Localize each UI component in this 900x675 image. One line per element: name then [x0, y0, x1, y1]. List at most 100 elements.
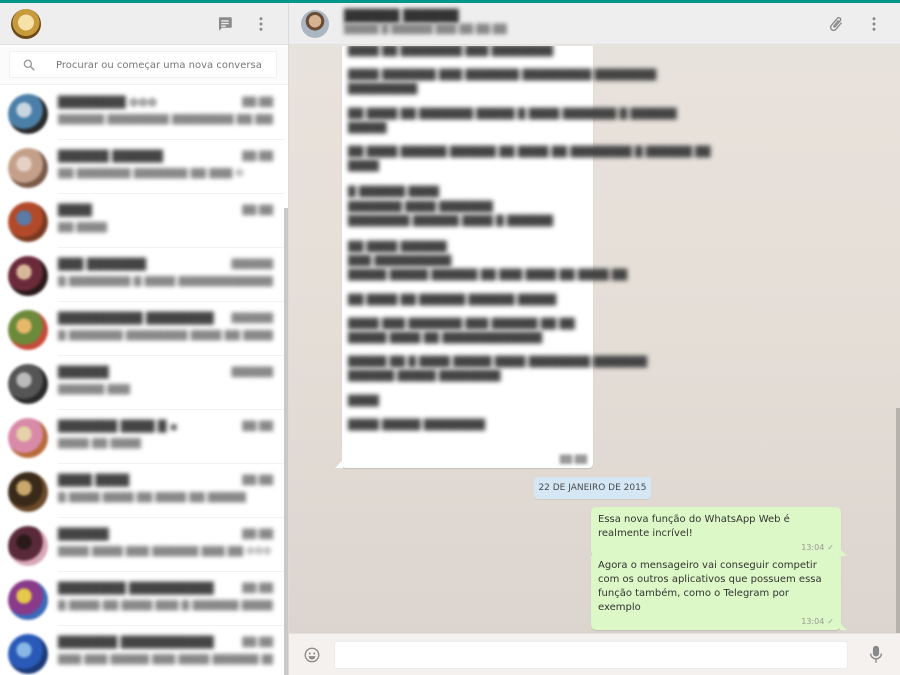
sidebar-header [0, 3, 288, 45]
message-scrollbar[interactable] [896, 408, 900, 633]
chat-time: ██████ [231, 314, 273, 324]
message-line: █████ ████ ██ █████████████ [348, 333, 543, 344]
chat-preview: ████ ██ ████ [58, 438, 142, 449]
chat-list-item[interactable]: ████ ██:██ ██ ████ [0, 194, 285, 248]
message-line: ████ ██ ████████ ███ ████████ [348, 46, 553, 57]
kebab-menu-icon[interactable] [865, 15, 883, 33]
message-line: ████ [348, 395, 379, 407]
chat-list-item[interactable]: ███████ ████ █ ▪ ██:██ ████ ██ ████ [0, 410, 285, 464]
chat-preview: ██ ███████ ███████ ██ ███ ✿ [58, 168, 244, 179]
search-icon [23, 59, 35, 71]
conversation-panel: ██████ ██████ █████ █ ██████ ███ ██ ██:█… [289, 3, 900, 675]
chat-time: ██:██ [242, 530, 273, 540]
sent-message: Agora o mensageiro vai conseguir competi… [591, 553, 847, 630]
message-time: ██:██ [559, 455, 587, 464]
message-text: Essa nova função do WhatsApp Web é realm… [598, 514, 790, 539]
chat-time: ██:██ [242, 206, 273, 216]
message-line: █████ [348, 122, 387, 134]
chat-list-item[interactable]: ████ ████ ██:██ █ ████ ████ ██ ████ ██ ███… [0, 464, 285, 518]
message-line: █████ ██ █ ████ █████ ████ ████████ ████… [348, 357, 648, 369]
chat-avatar [8, 364, 48, 404]
conversation-header: ██████ ██████ █████ █ ██████ ███ ██ ██:█… [289, 3, 900, 45]
sent-message: Essa nova função do WhatsApp Web é realm… [591, 507, 847, 556]
chat-name: ████████ ✿✿✿ [58, 96, 157, 109]
chat-preview: ██████ ████████ ████████ ██ ███████ [58, 114, 273, 125]
chat-avatar [8, 418, 48, 458]
microphone-icon[interactable] [868, 645, 884, 665]
chat-name: ███████ ████ █ ▪ [58, 420, 178, 433]
chat-avatar [8, 634, 48, 674]
search-box[interactable] [9, 51, 277, 78]
chat-time: ██:██ [242, 638, 273, 648]
sent-check-icon: ✓ [827, 543, 834, 552]
chat-avatar [8, 148, 48, 188]
message-meta: 13:04 ✓ [598, 543, 834, 552]
chat-icon[interactable] [216, 15, 234, 33]
message-time: 13:04 [801, 617, 825, 626]
contact-avatar[interactable] [301, 10, 329, 38]
chat-name: ██████████ ████████ [58, 312, 214, 325]
message-line: ████ ███ ███████ ███ ██████ ██ ██ [348, 318, 575, 330]
chat-list-item[interactable]: ██████ ██████ ██████ ███ [0, 356, 285, 410]
chat-preview: ███ ███ █████ ███ ████ ██████ ██ [58, 654, 273, 665]
chat-list-item[interactable]: ███████ ███████████ ██:██ ███ ███ █████ ██… [0, 626, 285, 675]
chat-avatar [8, 256, 48, 296]
kebab-menu-icon[interactable] [252, 15, 270, 33]
message-line: ██ ████ ██ ███████ █████ █ ████ ███████ … [348, 108, 677, 120]
chat-name: ███ ███████ [58, 258, 147, 271]
bubble-tail [335, 460, 343, 468]
message-line: ████████ ██████ ████ █ ██████ [348, 215, 553, 227]
chat-preview: █ ███████ ████████ ████ ██ ████ █ [58, 330, 273, 341]
chat-avatar [8, 310, 48, 350]
whatsapp-web-app: ████████ ✿✿✿██:████████ ████████ ███████… [0, 0, 900, 675]
bubble-tail [840, 549, 847, 556]
chat-name: ██████ [58, 366, 109, 379]
search-input[interactable] [56, 56, 271, 75]
sent-check-icon: ✓ [827, 617, 834, 626]
chat-avatar [8, 526, 48, 566]
chat-list-item[interactable]: ██████ ██:██ ████ ████ ███ ██████ ███ ██ ✿… [0, 518, 285, 572]
message-input[interactable] [334, 641, 848, 669]
chat-time: ██████ [231, 368, 273, 378]
message-line: ██████ █████ ████████ [348, 371, 501, 383]
my-avatar[interactable] [11, 9, 41, 39]
message-line: █ ██████ ████ [348, 187, 439, 199]
chat-avatar [8, 94, 48, 134]
message-line: ███ ██████████ [348, 256, 452, 268]
chat-preview: █ ████████ █ ████ █████████████ [58, 276, 273, 287]
chat-avatar [8, 202, 48, 242]
message-line: ███████ ████ ███████ [348, 201, 493, 213]
chat-name: ████████ ██████████ [58, 582, 214, 595]
chat-preview: ██████ ███ [58, 384, 131, 395]
sidebar-scrollbar[interactable] [284, 208, 288, 675]
message-area: ██:██ ████ ██ ████████ ███ ████████ ████ … [289, 46, 900, 633]
chat-preview: █ ████ ████ ██ ████ ██ █████ [58, 492, 247, 503]
chat-list-item[interactable]: ████████ ██████████ ██:██ █ ████ ██ ████ █… [0, 572, 285, 626]
message-line: ████ █████ ████████ [348, 419, 486, 431]
chat-time: ██████ [231, 260, 273, 270]
chat-list-item[interactable]: ███ ███████ ██████ █ ████████ █ ████ █████… [0, 248, 285, 302]
contact-name[interactable]: ██████ ██████ [344, 9, 459, 23]
chat-list-item[interactable]: ██████████ ████████ ██████ █ ███████ █████… [0, 302, 285, 356]
chat-avatar [8, 472, 48, 512]
chat-list-item[interactable]: ██████ ██████ ██:██ ██ ███████ ███████ ██ … [0, 140, 285, 194]
smiley-icon[interactable] [303, 646, 321, 664]
sidebar: ████████ ✿✿✿██:████████ ████████ ███████… [0, 3, 289, 675]
paperclip-icon[interactable] [827, 15, 845, 33]
chat-time: ██:██ [242, 476, 273, 486]
chat-avatar [8, 580, 48, 620]
message-line: ████ ███████ ███ ███████ █████████ █████… [348, 70, 657, 82]
message-line: ██ ████ ██████ [348, 242, 447, 253]
contact-status: █████ █ ██████ ███ ██ ██:██ [344, 25, 507, 35]
bubble-tail [840, 623, 847, 630]
received-message: ██:██ ████ ██ ████████ ███ ████████ ████ … [335, 46, 710, 468]
message-line: ██ ████ ██████ ██████ ██ ████ ██ ███████… [348, 147, 711, 158]
date-separator: 22 DE JANEIRO DE 2015 [534, 477, 651, 499]
message-meta: 13:04 ✓ [598, 617, 834, 626]
chat-list: ████████ ✿✿✿ ██:██ ██████ ████████ ███████… [0, 86, 285, 675]
chat-name: ██████ [58, 528, 109, 541]
chat-time: ██:██ [242, 422, 273, 432]
chat-list-item[interactable]: ████████ ✿✿✿ ██:██ ██████ ████████ ███████… [0, 86, 285, 140]
chat-time: ██:██ [242, 152, 273, 162]
chat-name: ████ [58, 204, 92, 217]
